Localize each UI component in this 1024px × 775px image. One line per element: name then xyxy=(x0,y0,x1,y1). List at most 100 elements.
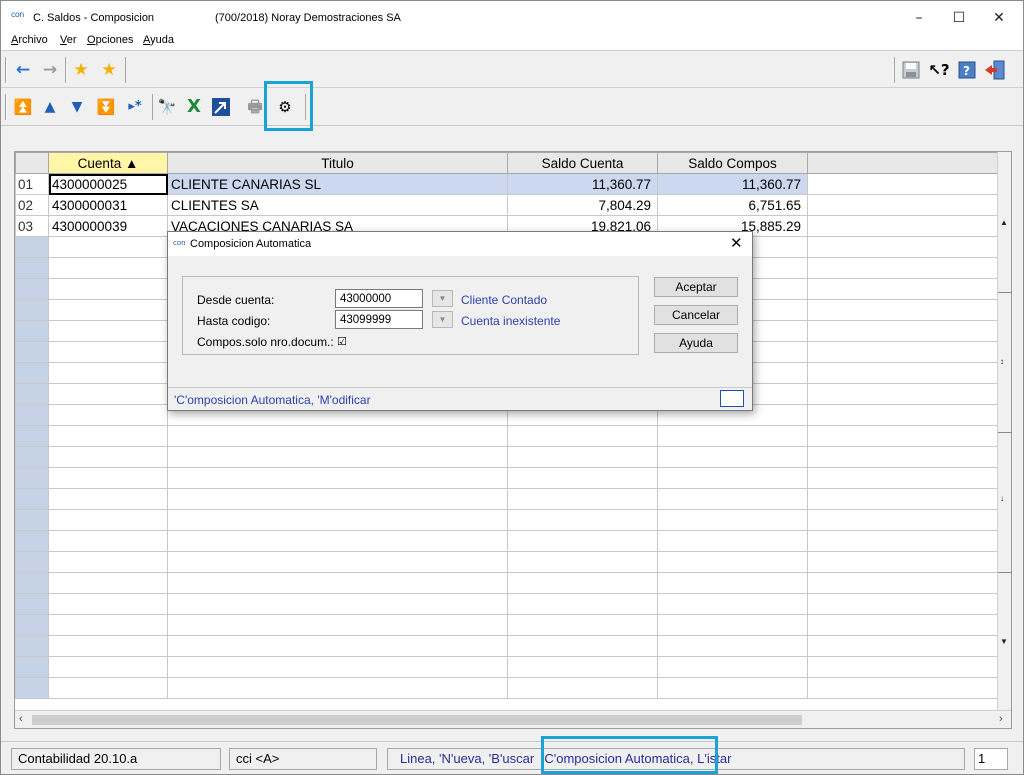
title-bar[interactable]: con C. Saldos - Composicion (700/2018) N… xyxy=(1,1,1023,33)
vertical-scrollbar[interactable]: ▲ ↕ ↓ ▼ xyxy=(997,152,1012,710)
empty-cell[interactable] xyxy=(807,236,998,258)
empty-cell[interactable] xyxy=(807,278,998,300)
empty-cell[interactable] xyxy=(807,467,998,489)
menu-opciones[interactable]: Opciones xyxy=(87,34,133,46)
hasta-codigo-input[interactable] xyxy=(335,310,423,329)
empty-cell[interactable] xyxy=(167,677,508,699)
empty-cell[interactable] xyxy=(48,299,168,321)
previous-record-button[interactable]: ▲ xyxy=(38,95,62,119)
empty-cell[interactable] xyxy=(657,467,808,489)
empty-cell[interactable] xyxy=(48,257,168,279)
empty-cell[interactable] xyxy=(167,572,508,594)
desde-cuenta-input[interactable] xyxy=(335,289,423,308)
ayuda-button[interactable]: Ayuda xyxy=(654,333,738,353)
empty-cell[interactable] xyxy=(807,593,998,615)
cell-titulo[interactable]: CLIENTES SA xyxy=(167,194,508,216)
empty-cell[interactable] xyxy=(807,572,998,594)
empty-cell[interactable] xyxy=(167,656,508,678)
dialog-title-bar[interactable]: con Composicion Automatica ✕ xyxy=(168,232,752,256)
empty-cell[interactable] xyxy=(507,467,658,489)
empty-cell[interactable] xyxy=(48,467,168,489)
empty-cell[interactable] xyxy=(807,530,998,552)
empty-cell[interactable] xyxy=(657,593,808,615)
empty-cell[interactable] xyxy=(48,572,168,594)
empty-row[interactable] xyxy=(15,425,998,447)
empty-row[interactable] xyxy=(15,656,998,678)
hasta-codigo-dropdown[interactable]: ▼ xyxy=(432,311,453,328)
empty-cell[interactable] xyxy=(657,488,808,510)
scroll-left-icon[interactable]: ‹ xyxy=(19,713,23,725)
empty-cell[interactable] xyxy=(167,530,508,552)
empty-cell[interactable] xyxy=(167,446,508,468)
header-saldo-cuenta[interactable]: Saldo Cuenta xyxy=(507,152,658,174)
cell-cuenta[interactable]: 4300000025 xyxy=(48,173,168,195)
empty-cell[interactable] xyxy=(807,425,998,447)
empty-row[interactable] xyxy=(15,446,998,468)
scroll-thumb[interactable] xyxy=(32,715,802,725)
desde-cuenta-dropdown[interactable]: ▼ xyxy=(432,290,453,307)
empty-cell[interactable] xyxy=(167,593,508,615)
empty-cell[interactable] xyxy=(507,551,658,573)
empty-cell[interactable] xyxy=(507,656,658,678)
first-record-button[interactable]: ⏫ xyxy=(11,95,35,119)
scroll-up-down-icon[interactable]: ↕ xyxy=(1000,357,1004,366)
empty-cell[interactable] xyxy=(507,572,658,594)
print-button[interactable]: 🖶 xyxy=(243,95,267,119)
save-button[interactable] xyxy=(899,58,923,82)
empty-cell[interactable] xyxy=(807,635,998,657)
header-cuenta[interactable]: Cuenta ▲ xyxy=(48,152,168,174)
empty-cell[interactable] xyxy=(807,362,998,384)
next-record-button[interactable]: ▼ xyxy=(65,95,89,119)
horizontal-scrollbar[interactable]: ‹ › xyxy=(15,710,1011,728)
empty-cell[interactable] xyxy=(48,404,168,426)
scroll-up-icon[interactable]: ▲ xyxy=(1000,218,1008,227)
empty-cell[interactable] xyxy=(48,593,168,615)
empty-cell[interactable] xyxy=(48,236,168,258)
favorites-list-button[interactable]: ★ xyxy=(97,58,121,82)
empty-cell[interactable] xyxy=(807,299,998,321)
minimize-button[interactable]: – xyxy=(899,5,939,31)
empty-cell[interactable] xyxy=(48,383,168,405)
cell-saldo-cuenta[interactable]: 7,804.29 xyxy=(507,194,658,216)
empty-cell[interactable] xyxy=(167,488,508,510)
scroll-right-icon[interactable]: › xyxy=(999,713,1003,725)
empty-row[interactable] xyxy=(15,614,998,636)
empty-cell[interactable] xyxy=(167,614,508,636)
empty-cell[interactable] xyxy=(807,551,998,573)
empty-cell[interactable] xyxy=(48,635,168,657)
context-help-button[interactable]: ↖? xyxy=(927,58,951,82)
empty-cell[interactable] xyxy=(167,425,508,447)
empty-cell[interactable] xyxy=(48,320,168,342)
empty-cell[interactable] xyxy=(48,509,168,531)
composicion-automatica-button[interactable]: ⚙ xyxy=(273,95,297,119)
empty-cell[interactable] xyxy=(48,530,168,552)
empty-cell[interactable] xyxy=(48,341,168,363)
new-record-button[interactable]: ▸* xyxy=(123,95,147,119)
empty-cell[interactable] xyxy=(657,446,808,468)
empty-cell[interactable] xyxy=(48,656,168,678)
empty-row[interactable] xyxy=(15,635,998,657)
empty-cell[interactable] xyxy=(48,278,168,300)
cell-cuenta[interactable]: 4300000039 xyxy=(48,215,168,237)
empty-cell[interactable] xyxy=(48,446,168,468)
forward-button[interactable]: → xyxy=(38,58,62,82)
exit-button[interactable] xyxy=(983,58,1007,82)
empty-cell[interactable] xyxy=(807,257,998,279)
compos-solo-checkbox[interactable]: ☑ xyxy=(337,335,347,348)
empty-cell[interactable] xyxy=(807,677,998,699)
menu-ayuda[interactable]: Ayuda xyxy=(143,34,174,46)
maximize-button[interactable]: ☐ xyxy=(939,5,979,31)
empty-cell[interactable] xyxy=(807,614,998,636)
empty-cell[interactable] xyxy=(507,593,658,615)
empty-cell[interactable] xyxy=(807,656,998,678)
empty-row[interactable] xyxy=(15,509,998,531)
excel-export-button[interactable]: X xyxy=(182,95,206,119)
cell-saldo-compos[interactable]: 11,360.77 xyxy=(657,173,808,195)
empty-cell[interactable] xyxy=(48,488,168,510)
empty-cell[interactable] xyxy=(507,488,658,510)
empty-cell[interactable] xyxy=(657,677,808,699)
empty-cell[interactable] xyxy=(507,635,658,657)
scroll-down-icon[interactable]: ↓ xyxy=(1000,494,1004,503)
empty-row[interactable] xyxy=(15,677,998,699)
header-titulo[interactable]: Titulo xyxy=(167,152,508,174)
